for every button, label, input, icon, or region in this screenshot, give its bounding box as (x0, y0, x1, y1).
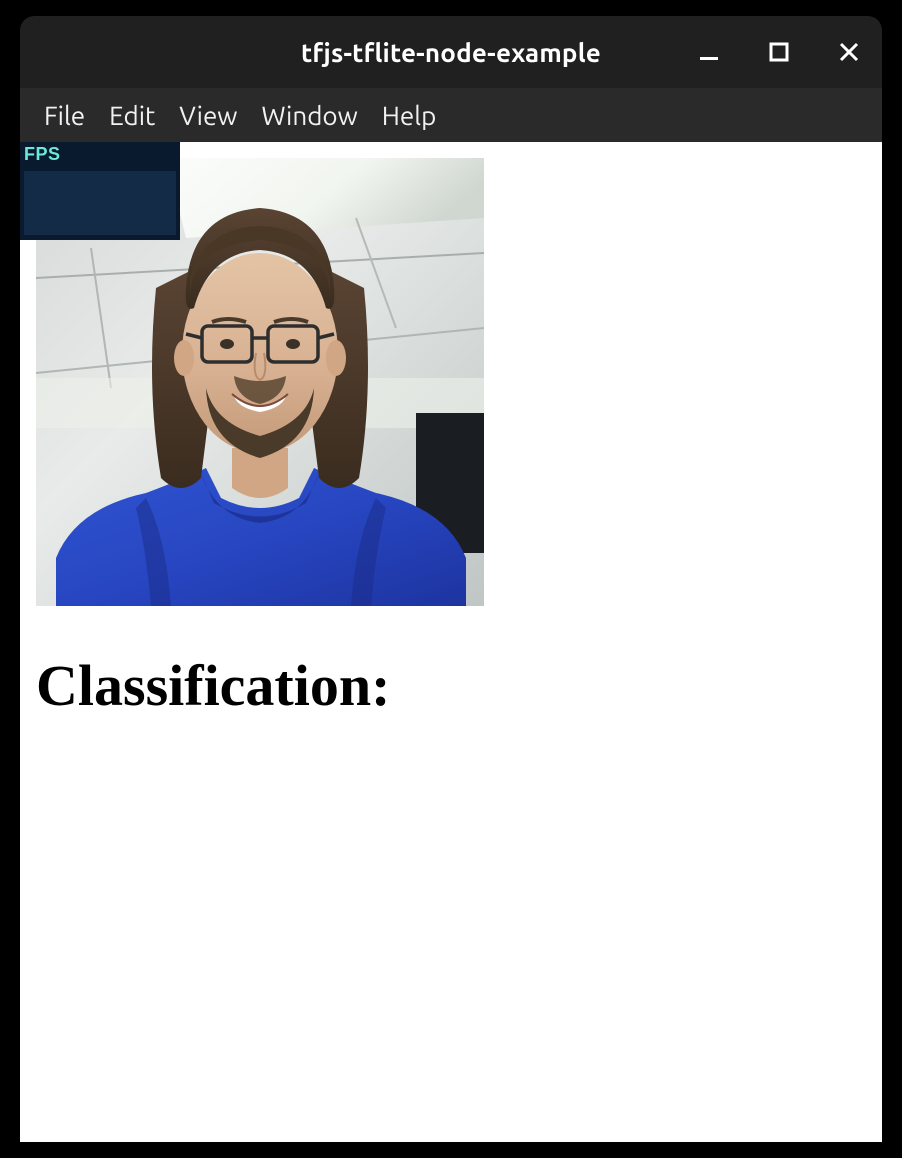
minimize-icon (698, 41, 720, 63)
window-title: tfjs-tflite-node-example (301, 38, 601, 67)
classification-heading: Classification: (36, 652, 390, 719)
fps-graph (24, 171, 176, 235)
maximize-button[interactable] (764, 37, 794, 67)
content-area: FPS Classification: (20, 142, 882, 1142)
fps-overlay: FPS (20, 142, 180, 240)
menu-help[interactable]: Help (370, 95, 449, 136)
maximize-icon (769, 42, 789, 62)
app-window: tfjs-tflite-node-example File Edit (20, 16, 882, 1142)
menu-view[interactable]: View (167, 95, 249, 136)
close-icon (838, 41, 860, 63)
menu-edit[interactable]: Edit (97, 95, 167, 136)
menu-file[interactable]: File (32, 95, 97, 136)
window-controls (694, 16, 864, 88)
fps-label: FPS (20, 142, 180, 167)
menubar: File Edit View Window Help (20, 88, 882, 142)
titlebar: tfjs-tflite-node-example (20, 16, 882, 88)
close-button[interactable] (834, 37, 864, 67)
menu-window[interactable]: Window (249, 95, 369, 136)
minimize-button[interactable] (694, 37, 724, 67)
